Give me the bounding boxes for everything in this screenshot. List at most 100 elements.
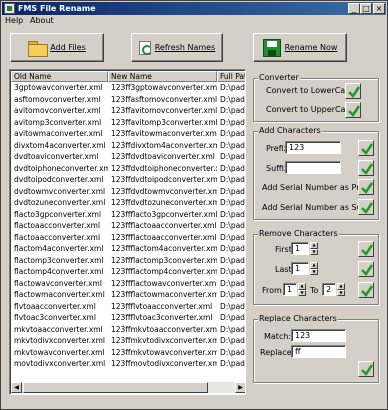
maximize-button[interactable]: □ (360, 3, 372, 14)
first-input[interactable]: 1 (291, 242, 309, 255)
suffix-input[interactable] (285, 161, 341, 174)
new-name-cell: 123ffmovtodivxconverter.xml (111, 359, 217, 368)
serial-suffix-apply-button[interactable] (358, 199, 374, 215)
new-name-cell: 123ffmkvtodivxconverter.xml (111, 336, 217, 345)
table-row[interactable]: flactom4aconverter.xml 123ffflactom4aconv… (11, 243, 245, 255)
table-row[interactable]: dvdtoiphoneconverter.xml 123ffdvdtoiphone… (11, 163, 245, 175)
table-row[interactable]: flvtoac3converter.xml 123ffflvtoac3conver… (11, 312, 246, 324)
check-icon (348, 105, 361, 117)
old-name-cell: mkvtodivxconverter.xml (14, 336, 105, 345)
new-name-cell: 123ffavitowmaconverter.xml (111, 129, 217, 138)
match-label: Match: (264, 332, 292, 341)
rename-now-button[interactable]: Rename Now (253, 33, 347, 62)
full-path-cell: D:\pad\ (220, 152, 246, 161)
table-row[interactable]: avitowmaconverter.xml 123ffavitowmaconver… (11, 128, 245, 140)
scroll-thumb[interactable] (23, 382, 208, 393)
from-input[interactable]: 1 (283, 283, 297, 296)
first-apply-button[interactable] (358, 241, 374, 257)
new-name-cell: 123ffavitomp3converter.xml (111, 117, 217, 127)
menu-about[interactable]: About (30, 16, 54, 26)
table-row[interactable]: mkvtodivxconverter.xml 123ffmkvtodivxconv… (11, 335, 245, 347)
list-body: 3gptowavconverter.xml 123ff3gptowavconver… (11, 82, 246, 383)
uppercase-apply-button[interactable] (345, 102, 361, 118)
old-name-cell: avitowmaconverter.xml (14, 129, 103, 138)
range-apply-button[interactable] (358, 282, 374, 298)
prefix-input[interactable]: 123 (285, 141, 341, 154)
spin-down-icon[interactable]: ▼ (310, 248, 318, 255)
new-name-cell: 123ffdvdtoiphoneconverter.xml (111, 163, 217, 173)
table-row[interactable]: dvdtoipodconverter.xml 123ffdvdtoipodconv… (11, 174, 245, 186)
spin-down-icon[interactable]: ▼ (298, 289, 306, 296)
table-row[interactable]: asftomovconverter.xml 123ffasftomovconver… (11, 94, 245, 106)
old-name-cell: avitomovconverter.xml (14, 106, 101, 115)
table-row[interactable]: movtodivxconverter.xml 123ffmovtodivxconv… (11, 358, 245, 370)
file-list[interactable]: Old Name New Name Full Path 3gptowavconv… (9, 69, 246, 395)
save-icon (262, 38, 281, 57)
lowercase-apply-button[interactable] (345, 83, 361, 99)
table-row[interactable]: flactowavconverter.xml 123ffflactowavconv… (11, 278, 245, 290)
window-title: FMS File Rename (18, 4, 96, 13)
column-full-path[interactable]: Full Path (217, 71, 245, 82)
scroll-left-icon[interactable]: ◀ (11, 382, 22, 393)
replace-input[interactable]: ff (291, 345, 346, 358)
last-apply-button[interactable] (358, 261, 374, 277)
old-name-cell: flacto3gpconverter.xml (14, 209, 102, 219)
table-row[interactable]: flvtoaacconverter.xml 123ffflvtoaacconver… (11, 301, 246, 313)
suffix-apply-button[interactable] (358, 160, 374, 176)
table-row[interactable]: flactomp4converter.xml 123ffflactomp4conv… (11, 266, 246, 278)
table-row[interactable]: divxtom4aconverter.xml 123ffdivxtom4aconv… (11, 140, 245, 152)
title-bar[interactable]: FMS File Rename _ □ × (2, 2, 386, 15)
first-spinner[interactable]: ▲ ▼ (310, 242, 318, 255)
column-new-name[interactable]: New Name (108, 71, 217, 82)
minimize-button[interactable]: _ (348, 3, 360, 14)
old-name-cell: dvdtoiphoneconverter.xml (14, 163, 108, 173)
table-row[interactable]: flactowmaconverter.xml 123ffflactowmaconv… (11, 289, 245, 301)
full-path-cell: D:\pad\ (220, 313, 246, 322)
match-input[interactable]: 123 (291, 329, 346, 342)
table-row[interactable]: flactoaacconverter.xml 123ffflactoaacconv… (11, 220, 245, 232)
add-files-button[interactable]: Add Files (10, 33, 104, 62)
table-row[interactable]: dvdtozuneconverter.xml 123ffdvdtozuneconv… (11, 197, 245, 209)
new-name-cell: 123ffflvtoac3converter.xml (111, 313, 213, 322)
table-row[interactable]: avitomovconverter.xml 123ffavitomovconver… (11, 105, 246, 117)
table-row[interactable]: flactomp3converter.xml 123ffflactomp3conv… (11, 255, 245, 267)
app-icon (4, 3, 15, 14)
table-row[interactable]: flactoaacconverter.xml 123ffflactoaacconv… (11, 232, 245, 244)
check-icon (361, 244, 374, 256)
last-input[interactable]: 1 (291, 262, 309, 275)
remove-characters-title: Remove Characters (258, 229, 339, 239)
table-row[interactable]: 3gptowavconverter.xml 123ff3gptowavconver… (11, 82, 245, 94)
column-old-name[interactable]: Old Name (11, 71, 108, 82)
new-name-cell: 123ffdvdtowmvconverter.xml (111, 186, 217, 196)
serial-prefix-apply-button[interactable] (358, 179, 374, 195)
table-row[interactable]: flacto3gpconverter.xml 123ffflacto3gpconv… (11, 209, 245, 221)
old-name-cell: mkvtoaacconverter.xml (14, 324, 103, 334)
table-row[interactable]: dvdtoaviconverter.xml 123ffdvdtoaviconver… (11, 151, 246, 163)
spin-down-icon[interactable]: ▼ (310, 268, 318, 275)
full-path-cell: D:\pad\ (220, 106, 246, 115)
full-path-cell: D:\pad\ (220, 301, 246, 311)
from-spinner[interactable]: ▲ ▼ (298, 283, 306, 296)
check-icon (361, 163, 374, 175)
table-row[interactable]: avitomp3converter.xml 123ffavitomp3conver… (11, 117, 245, 129)
new-name-cell: 123ffmkvtowavconverter.xml (111, 347, 217, 357)
scroll-right-icon[interactable]: ▶ (235, 382, 245, 393)
refresh-names-label: Refresh Names (154, 43, 216, 52)
new-name-cell: 123ffdvdtozuneconverter.xml (111, 198, 217, 207)
spin-down-icon[interactable]: ▼ (337, 289, 345, 296)
menu-help[interactable]: Help (5, 16, 23, 26)
close-button[interactable]: × (373, 3, 385, 14)
table-row[interactable]: dvdtowmvconverter.xml 123ffdvdtowmvconver… (11, 186, 245, 198)
to-spinner[interactable]: ▲ ▼ (337, 283, 345, 296)
prefix-apply-button[interactable] (358, 140, 374, 156)
last-spinner[interactable]: ▲ ▼ (310, 262, 318, 275)
to-input[interactable]: 2 (322, 283, 336, 296)
table-row[interactable]: mkvtoaacconverter.xml 123ffmkvtoaacconver… (11, 324, 245, 336)
table-row[interactable]: mkvtowavconverter.xml 123ffmkvtowavconver… (11, 347, 245, 359)
new-name-cell: 123ff3gptowavconverter.xml (111, 83, 217, 92)
refresh-names-button[interactable]: Refresh Names (131, 33, 223, 62)
old-name-cell: flactowavconverter.xml (14, 278, 102, 288)
full-path-cell: D:\pad\ (220, 267, 246, 276)
horizontal-scrollbar[interactable]: ◀ ▶ (11, 382, 245, 393)
replace-apply-button[interactable] (358, 361, 374, 377)
